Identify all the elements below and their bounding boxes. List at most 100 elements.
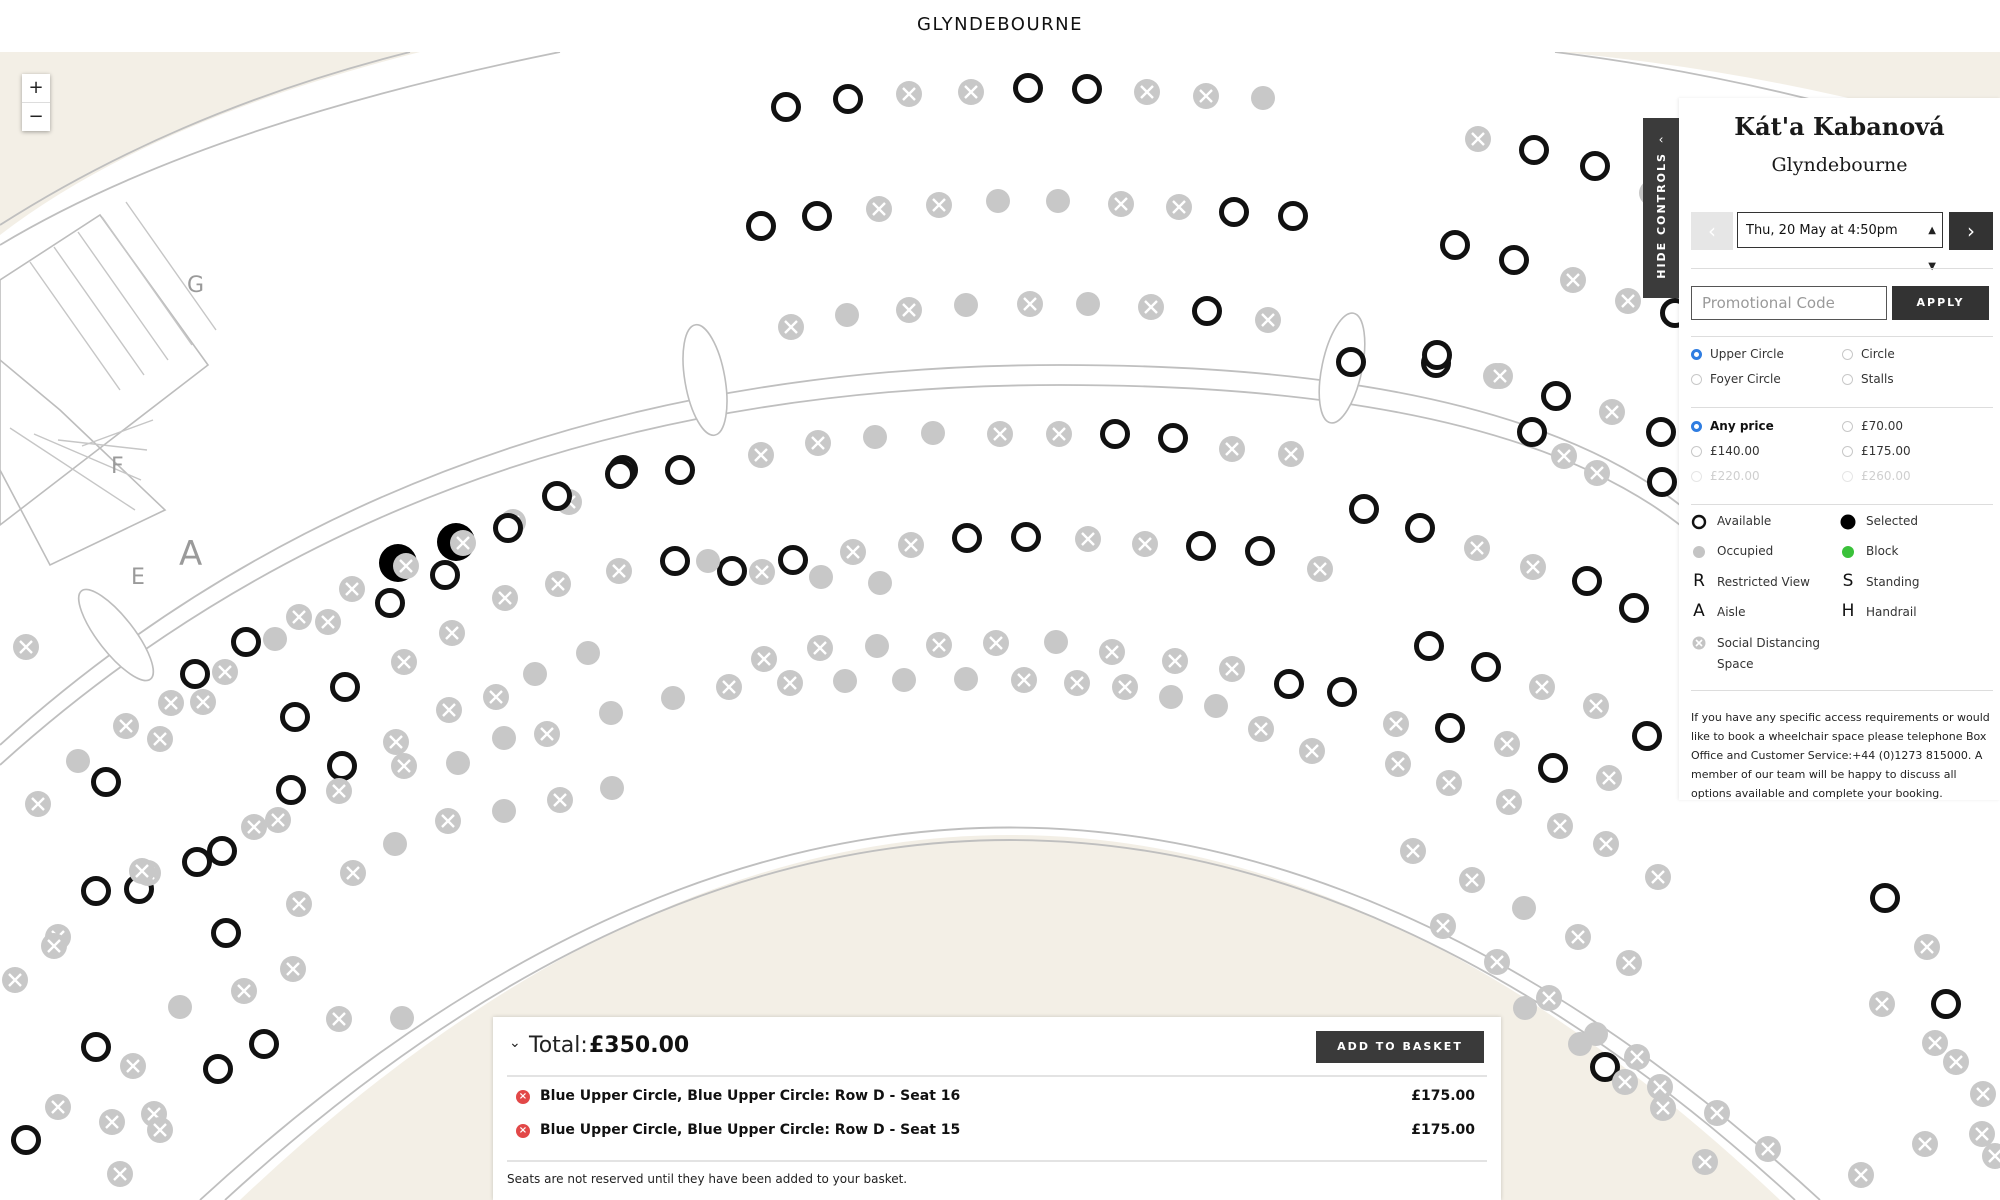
section-option-upper-circle[interactable]: Upper Circle: [1691, 345, 1784, 363]
available-seat[interactable]: [1517, 417, 1547, 447]
available-seat[interactable]: [81, 876, 111, 906]
available-seat[interactable]: [1414, 631, 1444, 661]
available-seat[interactable]: [1011, 522, 1041, 552]
hide-controls-tab[interactable]: HIDE CONTROLS ‹: [1643, 118, 1679, 298]
section-label: Foyer Circle: [1710, 372, 1781, 386]
available-seat[interactable]: [1499, 245, 1529, 275]
available-seat[interactable]: [1186, 531, 1216, 561]
price-option-70[interactable]: £70.00: [1842, 417, 1903, 435]
remove-item-icon[interactable]: ×: [516, 1124, 530, 1138]
available-seat[interactable]: [1405, 513, 1435, 543]
available-seat[interactable]: [280, 702, 310, 732]
previous-date-button[interactable]: ‹: [1691, 212, 1733, 250]
occupied-seat: [868, 571, 892, 595]
available-seat[interactable]: [231, 627, 261, 657]
section-label: Circle: [1861, 347, 1895, 361]
available-seat[interactable]: [1471, 652, 1501, 682]
available-seat[interactable]: [180, 659, 210, 689]
available-seat[interactable]: [1646, 417, 1676, 447]
available-seat[interactable]: [330, 672, 360, 702]
apply-button[interactable]: APPLY: [1892, 286, 1989, 320]
available-seat[interactable]: [1619, 593, 1649, 623]
available-seat[interactable]: [1572, 566, 1602, 596]
available-seat[interactable]: [91, 767, 121, 797]
available-seat[interactable]: [1435, 713, 1465, 743]
social-distancing-seat: [1278, 441, 1304, 467]
price-option-175[interactable]: £175.00: [1842, 442, 1911, 460]
available-seat[interactable]: [327, 751, 357, 781]
available-seat[interactable]: [1541, 381, 1571, 411]
section-option-stalls[interactable]: Stalls: [1842, 370, 1894, 388]
available-seat[interactable]: [771, 92, 801, 122]
legend-label: Selected: [1866, 514, 1919, 528]
zoom-in-button[interactable]: +: [22, 74, 50, 103]
occupied-seat: [1513, 996, 1537, 1020]
available-seat[interactable]: [1278, 201, 1308, 231]
promo-code-input[interactable]: [1691, 286, 1887, 320]
available-seat[interactable]: [276, 775, 306, 805]
available-seat[interactable]: [430, 560, 460, 590]
social-distancing-seat: [1162, 648, 1188, 674]
performance-date-select[interactable]: Thu, 20 May at 4:50pm ▲ ▼: [1737, 212, 1943, 272]
available-seat[interactable]: [207, 836, 237, 866]
zoom-out-button[interactable]: −: [22, 103, 50, 131]
available-seat[interactable]: [802, 201, 832, 231]
social-distancing-seat: [1914, 934, 1940, 960]
available-seat[interactable]: [1219, 197, 1249, 227]
available-seat[interactable]: [1538, 753, 1568, 783]
available-seat[interactable]: [211, 918, 241, 948]
available-seat[interactable]: [952, 523, 982, 553]
remove-item-icon[interactable]: ×: [516, 1090, 530, 1104]
available-seat[interactable]: [1013, 73, 1043, 103]
available-seat[interactable]: [249, 1029, 279, 1059]
available-seat[interactable]: [11, 1125, 41, 1155]
available-seat[interactable]: [1519, 135, 1549, 165]
available-seat[interactable]: [833, 84, 863, 114]
chevron-down-icon[interactable]: ⌄: [509, 1035, 521, 1051]
available-seat[interactable]: [1245, 536, 1275, 566]
available-seat[interactable]: [778, 545, 808, 575]
available-seat[interactable]: [717, 556, 747, 586]
available-seat[interactable]: [665, 455, 695, 485]
available-seat[interactable]: [375, 588, 405, 618]
available-seat[interactable]: [1072, 74, 1102, 104]
price-option-140[interactable]: £140.00: [1691, 442, 1760, 460]
available-seat[interactable]: [1100, 419, 1130, 449]
available-seat[interactable]: [203, 1054, 233, 1084]
available-seat[interactable]: [182, 847, 212, 877]
available-seat[interactable]: [1336, 347, 1366, 377]
available-seat[interactable]: [1422, 340, 1452, 370]
available-seat[interactable]: [1647, 467, 1677, 497]
social-distancing-seat: [1520, 554, 1546, 580]
handrail-icon: H: [1841, 601, 1855, 621]
available-seat[interactable]: [1327, 677, 1357, 707]
available-seat[interactable]: [1580, 151, 1610, 181]
available-seat[interactable]: [1192, 296, 1222, 326]
price-option-any[interactable]: Any price: [1691, 417, 1774, 435]
available-seat[interactable]: [660, 546, 690, 576]
available-seat[interactable]: [493, 513, 523, 543]
social-distancing-seat: [1307, 556, 1333, 582]
available-seat[interactable]: [1274, 669, 1304, 699]
section-option-circle[interactable]: Circle: [1842, 345, 1895, 363]
section-option-foyer-circle[interactable]: Foyer Circle: [1691, 370, 1781, 388]
available-seat[interactable]: [1440, 230, 1470, 260]
available-seat[interactable]: [542, 481, 572, 511]
available-seat[interactable]: [746, 211, 776, 241]
available-seat[interactable]: [1632, 721, 1662, 751]
section-label: Stalls: [1861, 372, 1894, 386]
available-seat[interactable]: [81, 1032, 111, 1062]
occupied-seat: [599, 701, 623, 725]
next-date-button[interactable]: ›: [1949, 212, 1993, 250]
available-seat[interactable]: [1870, 883, 1900, 913]
available-seat[interactable]: [1931, 989, 1961, 1019]
add-to-basket-button[interactable]: ADD TO BASKET: [1316, 1031, 1484, 1063]
available-seat[interactable]: [1158, 423, 1188, 453]
social-distancing-seat: [926, 192, 952, 218]
available-seat[interactable]: [1349, 494, 1379, 524]
social-distancing-seat: [1970, 1081, 1996, 1107]
site-logo[interactable]: GLYNDEBOURNE: [0, 14, 2000, 35]
row-label: G: [187, 273, 204, 298]
available-seat[interactable]: [605, 459, 635, 489]
social-distancing-seat: [1011, 667, 1037, 693]
